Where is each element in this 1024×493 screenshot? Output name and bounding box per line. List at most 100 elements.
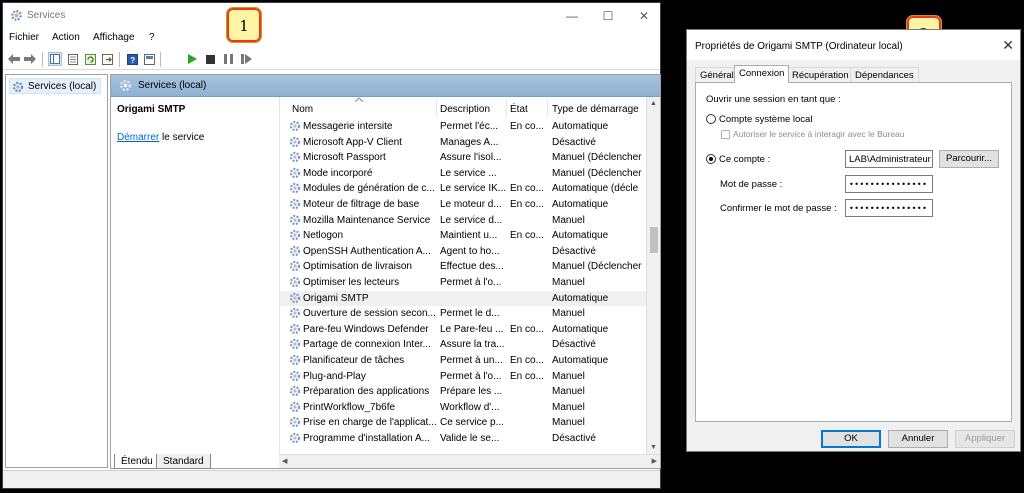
table-row[interactable]: Prise en charge de l'applicat... Ce servi… <box>280 415 646 431</box>
service-name: Microsoft Passport <box>303 152 386 164</box>
service-startup-type: Manuel <box>552 214 585 226</box>
menu-fichier[interactable]: Fichier <box>9 32 39 43</box>
table-row[interactable]: Optimiser les lecteurs Permet à l'o... Man… <box>280 275 646 291</box>
service-startup-type: Automatique <box>552 199 609 210</box>
restart-service-icon[interactable] <box>239 52 253 66</box>
scroll-up-icon[interactable]: ▲ <box>650 100 657 107</box>
start-service-icon[interactable] <box>185 52 199 66</box>
table-row[interactable]: Partage de connexion Inter... Assure la t… <box>280 337 646 353</box>
back-arrow-icon[interactable] <box>7 52 21 66</box>
refresh-icon[interactable] <box>83 52 97 66</box>
cancel-button[interactable]: Annuler <box>888 430 948 448</box>
table-row[interactable]: Origami SMTP Automatique <box>280 290 646 307</box>
service-description: Permet à l'o... <box>440 370 502 382</box>
column-header-startup-type[interactable]: Type de démarrage <box>552 104 639 115</box>
service-name: Moteur de filtrage de base <box>303 199 420 210</box>
vertical-scrollbar[interactable]: ▲ ▼ <box>646 97 660 454</box>
service-startup-type: Automatique <box>552 230 609 242</box>
menu-help[interactable]: ? <box>149 32 155 43</box>
table-row[interactable]: Mode incorporé Le service ... Manuel (Décl… <box>280 166 646 182</box>
tab-dependances[interactable]: Dépendances <box>850 67 919 82</box>
menu-affichage[interactable]: Affichage <box>93 32 135 43</box>
password-field[interactable]: ••••••••••••••• <box>845 175 933 193</box>
service-state: En co... <box>510 121 544 132</box>
browse-button[interactable]: Parcourir... <box>939 150 999 168</box>
pane-header: Services (local) <box>111 75 660 97</box>
column-header-description[interactable]: Description <box>440 104 490 115</box>
table-row[interactable]: Mozilla Maintenance Service Le service d.… <box>280 213 646 229</box>
column-header-name[interactable]: Nom <box>292 104 313 115</box>
tab-extended[interactable]: Étendu <box>114 454 160 469</box>
service-startup-type: Manuel (Déclencher <box>552 261 642 273</box>
show-console-tree-icon[interactable] <box>48 52 62 66</box>
tab-connexion[interactable]: Connexion <box>734 65 790 83</box>
table-row[interactable]: Microsoft Passport Assure l'isol... Manuel… <box>280 150 646 166</box>
tab-recuperation[interactable]: Récupération <box>787 67 854 82</box>
table-row[interactable]: Plug-and-Play Permet à l'o... En co... Manu… <box>280 369 646 385</box>
close-button[interactable]: ✕ <box>627 7 661 25</box>
service-name: Prise en charge de l'applicat... <box>303 417 436 429</box>
tab-standard[interactable]: Standard <box>156 454 211 469</box>
service-name: Optimisation de livraison <box>303 261 412 273</box>
service-gear-icon <box>289 432 301 444</box>
service-description: Assure la tra... <box>440 339 505 351</box>
dialog-close-icon[interactable]: ✕ <box>1002 37 1014 54</box>
table-row[interactable]: OpenSSH Authentication A... Agent to ho..… <box>280 244 646 260</box>
tree-item-services-local[interactable]: Services (local) <box>9 78 101 94</box>
apply-button[interactable]: Appliquer <box>955 430 1015 448</box>
scroll-down-icon[interactable]: ▼ <box>650 444 657 451</box>
table-row[interactable]: Microsoft App-V Client Manages A... Désact… <box>280 135 646 151</box>
table-row[interactable]: Ouverture de session secon... Permet le d… <box>280 306 646 322</box>
table-row[interactable]: Planificateur de tâches Permet à un... En … <box>280 353 646 369</box>
column-header-state[interactable]: État <box>510 104 528 115</box>
table-row[interactable]: Modules de génération de c... Le service … <box>280 181 646 197</box>
pause-service-icon[interactable] <box>221 52 235 66</box>
help-icon[interactable]: ? <box>125 52 139 66</box>
service-startup-type: Manuel <box>552 370 585 382</box>
table-row[interactable]: Pare-feu Windows Defender Le Pare-feu ...… <box>280 322 646 338</box>
table-row[interactable]: PrintWorkflow_7b6fe Workflow d'... Manuel <box>280 400 646 416</box>
service-gear-icon <box>289 401 301 412</box>
maximize-button[interactable]: ☐ <box>591 7 625 25</box>
menu-action[interactable]: Action <box>52 32 80 43</box>
service-gear-icon <box>289 245 301 256</box>
forward-arrow-icon[interactable] <box>23 52 37 66</box>
service-name: Mode incorporé <box>303 167 373 179</box>
account-input[interactable]: LAB\Administrateur <box>845 150 933 168</box>
sort-ascending-icon <box>355 97 363 102</box>
service-description: Le service IK... <box>440 183 506 195</box>
service-state: En co... <box>510 323 544 335</box>
service-name: Pare-feu Windows Defender <box>303 323 429 335</box>
confirm-password-field[interactable]: ••••••••••••••• <box>845 199 933 217</box>
minimize-button[interactable]: — <box>555 7 589 25</box>
stop-service-icon[interactable] <box>203 52 217 66</box>
service-gear-icon <box>289 120 301 132</box>
start-service-suffix: le service <box>159 132 205 143</box>
table-row[interactable]: Préparation des applications Prépare les … <box>280 384 646 400</box>
service-startup-type: Manuel <box>552 386 585 398</box>
table-row[interactable]: Moteur de filtrage de base Le moteur d...… <box>280 197 646 213</box>
logon-as-label: Ouvrir une session en tant que : <box>706 94 841 105</box>
properties-sheet-icon[interactable] <box>66 52 80 66</box>
services-titlebar: Services — ☐ ✕ <box>3 3 660 29</box>
toolbar: ? <box>3 48 660 70</box>
service-gear-icon <box>289 276 301 288</box>
desktop-interact-checkbox[interactable] <box>721 130 730 139</box>
service-description: Permet à un... <box>440 355 503 366</box>
password-label: Mot de passe : <box>720 179 783 190</box>
service-name: Programme d'installation A... <box>303 433 430 444</box>
table-row[interactable]: Programme d'installation A... Valide le s… <box>280 431 646 447</box>
table-row[interactable]: Messagerie intersite Permet l'éc... En co.… <box>280 119 646 135</box>
ok-button[interactable]: OK <box>821 430 881 448</box>
scroll-thumb[interactable] <box>650 227 658 253</box>
this-account-radio[interactable] <box>706 154 716 164</box>
local-system-radio[interactable] <box>706 114 716 124</box>
export-list-icon[interactable] <box>100 52 114 66</box>
table-row[interactable]: Netlogon Maintient u... En co... Automatiqu… <box>280 228 646 244</box>
start-service-link[interactable]: Démarrer <box>117 132 159 143</box>
service-startup-type: Manuel <box>552 277 585 288</box>
tab-general[interactable]: Général <box>695 67 739 82</box>
mmc-view-icon[interactable] <box>142 52 156 66</box>
service-gear-icon <box>289 261 301 272</box>
table-row[interactable]: Optimisation de livraison Effectue des...… <box>280 259 646 275</box>
